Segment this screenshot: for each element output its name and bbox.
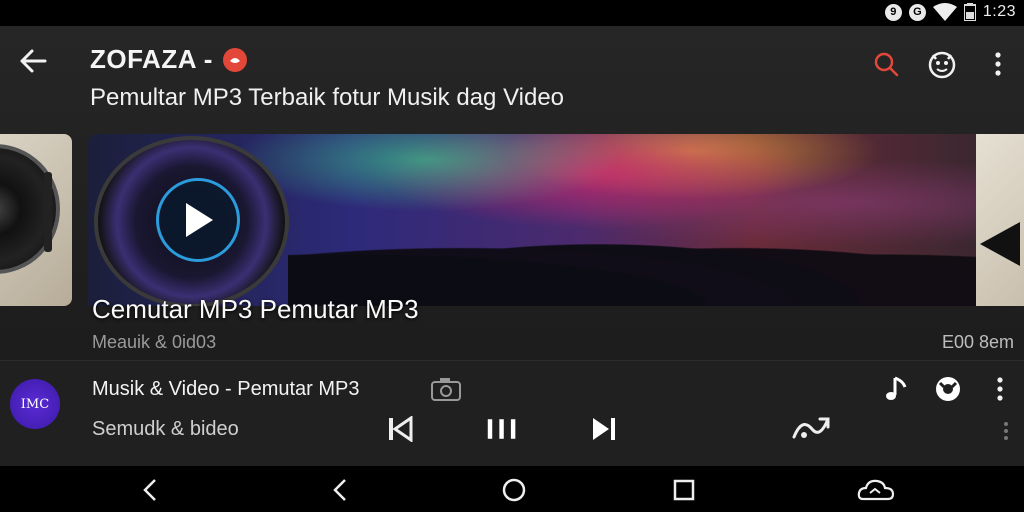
system-nav-bar <box>0 466 1024 512</box>
back-arrow-icon[interactable] <box>18 48 48 74</box>
headphones-icon[interactable] <box>932 373 964 405</box>
drag-handle-icon[interactable] <box>1000 419 1012 443</box>
notification-badge-2: G <box>908 3 926 21</box>
now-playing-title: Musik & Video - Pemutar MP3 <box>92 378 360 400</box>
featured-title: Cemutar MP3 Pemutar MP3 <box>92 294 419 324</box>
battery-icon <box>963 3 976 21</box>
now-playing-bar[interactable]: IMC Musik & Video - Pemutar MP3 Semudk &… <box>0 360 1024 466</box>
concert-crowd-image <box>288 216 976 306</box>
shuffle-icon[interactable] <box>790 411 832 447</box>
top-actions <box>870 48 1014 80</box>
cloud-icon[interactable] <box>856 476 896 504</box>
now-playing-subtitle: Semudk & bideo <box>92 418 239 440</box>
next-icon[interactable] <box>588 413 620 445</box>
music-note-icon[interactable] <box>880 373 912 405</box>
avatar[interactable]: IMC <box>10 379 60 429</box>
back-icon[interactable] <box>130 476 170 504</box>
carousel-card-next[interactable] <box>976 134 1024 306</box>
speaker-image <box>980 222 1020 266</box>
status-icons: 9 G 1:23 <box>884 3 1016 21</box>
home-icon[interactable] <box>494 476 534 504</box>
app-title: ZOFAZA - <box>90 44 213 74</box>
back-icon[interactable] <box>320 476 360 504</box>
notification-badge-1: 9 <box>884 3 902 21</box>
search-icon[interactable] <box>870 48 902 80</box>
play-button[interactable] <box>156 178 240 262</box>
face-icon[interactable] <box>926 48 958 80</box>
camera-icon[interactable] <box>430 375 462 403</box>
previous-icon[interactable] <box>384 413 416 445</box>
fire-badge-icon <box>222 47 247 72</box>
tonearm <box>44 172 52 252</box>
title-row: ZOFAZA - <box>90 44 247 75</box>
carousel-card-previous[interactable] <box>0 134 72 306</box>
app-screen: ZOFAZA - Pemultar MP3 Terbaik fotur Musi… <box>0 26 1024 466</box>
status-time: 1:23 <box>982 3 1016 20</box>
status-bar: 9 G 1:23 <box>0 0 1024 26</box>
more-vert-icon[interactable] <box>984 373 1016 405</box>
recents-icon[interactable] <box>664 476 704 504</box>
page-subtitle: Pemultar MP3 Terbaik fotur Musik dag Vid… <box>90 84 565 111</box>
featured-carousel[interactable]: Cemutar MP3 Pemutar MP3 <box>0 134 1024 324</box>
more-vert-icon[interactable] <box>982 48 1014 80</box>
now-playing-actions <box>880 373 1016 405</box>
pause-icon[interactable] <box>486 413 518 445</box>
featured-category: Meauik & 0id03 <box>92 332 217 352</box>
featured-meta-row: Meauik & 0id03 E00 8em <box>0 326 1024 360</box>
playback-controls <box>384 413 620 445</box>
carousel-card-featured[interactable] <box>88 134 976 306</box>
wifi-icon <box>932 3 957 21</box>
featured-count: E00 8em <box>941 332 1014 352</box>
